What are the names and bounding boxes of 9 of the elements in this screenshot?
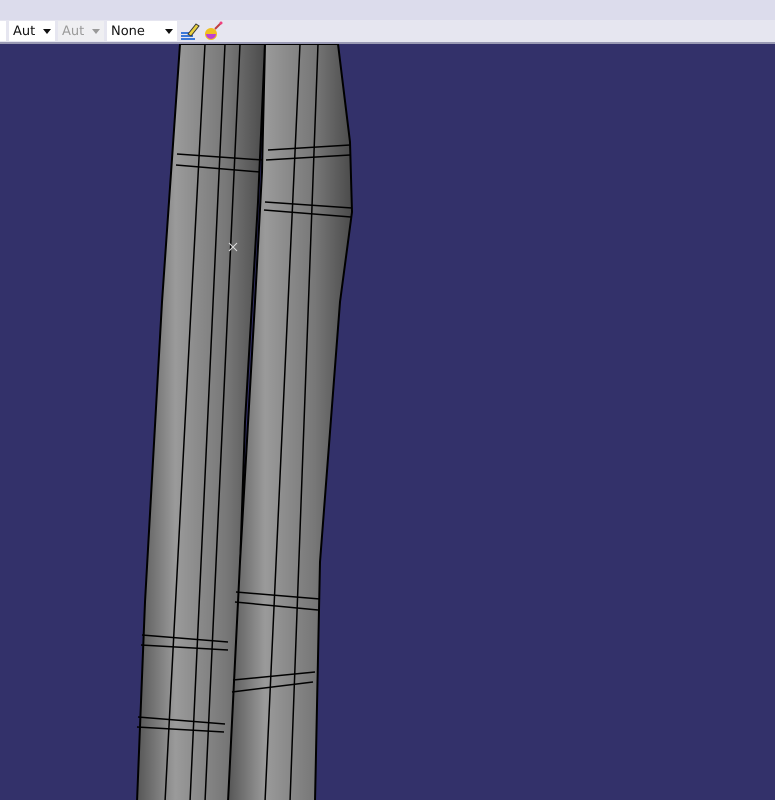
dropdown[interactable]: None [107,21,177,41]
cursor-icon [228,242,238,252]
dropdown[interactable]: Aut [9,21,55,41]
paintbrush-icon[interactable] [180,21,200,41]
input-field[interactable] [0,21,6,41]
caret-icon [92,28,100,34]
sphere-wand-icon[interactable] [203,21,223,41]
caret-icon [43,28,51,34]
caret-icon [165,28,173,34]
